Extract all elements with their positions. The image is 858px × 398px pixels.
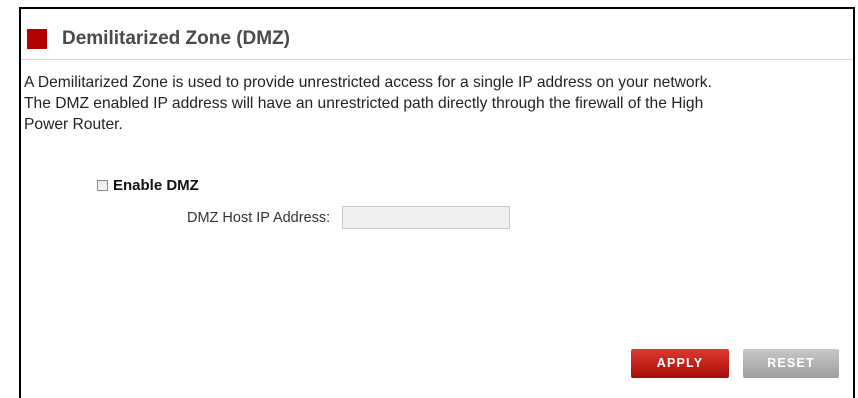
header-divider — [21, 59, 853, 60]
section-description: A Demilitarized Zone is used to provide … — [24, 74, 712, 133]
dmz-host-ip-input[interactable] — [342, 206, 511, 229]
section-title: Demilitarized Zone (DMZ) — [62, 28, 291, 49]
section-header: Demilitarized Zone (DMZ) — [27, 28, 290, 50]
dmz-host-ip-row: DMZ Host IP Address: — [187, 206, 511, 229]
reset-button[interactable]: RESET — [743, 349, 839, 378]
red-square-icon — [27, 29, 47, 49]
enable-dmz-row: Enable DMZ — [97, 177, 199, 194]
dmz-panel: Demilitarized Zone (DMZ) A Demilitarized… — [19, 7, 855, 398]
enable-dmz-label[interactable]: Enable DMZ — [113, 177, 199, 194]
dmz-host-ip-label: DMZ Host IP Address: — [187, 209, 331, 226]
enable-dmz-checkbox[interactable] — [97, 180, 108, 191]
apply-button[interactable]: APPLY — [631, 349, 729, 378]
